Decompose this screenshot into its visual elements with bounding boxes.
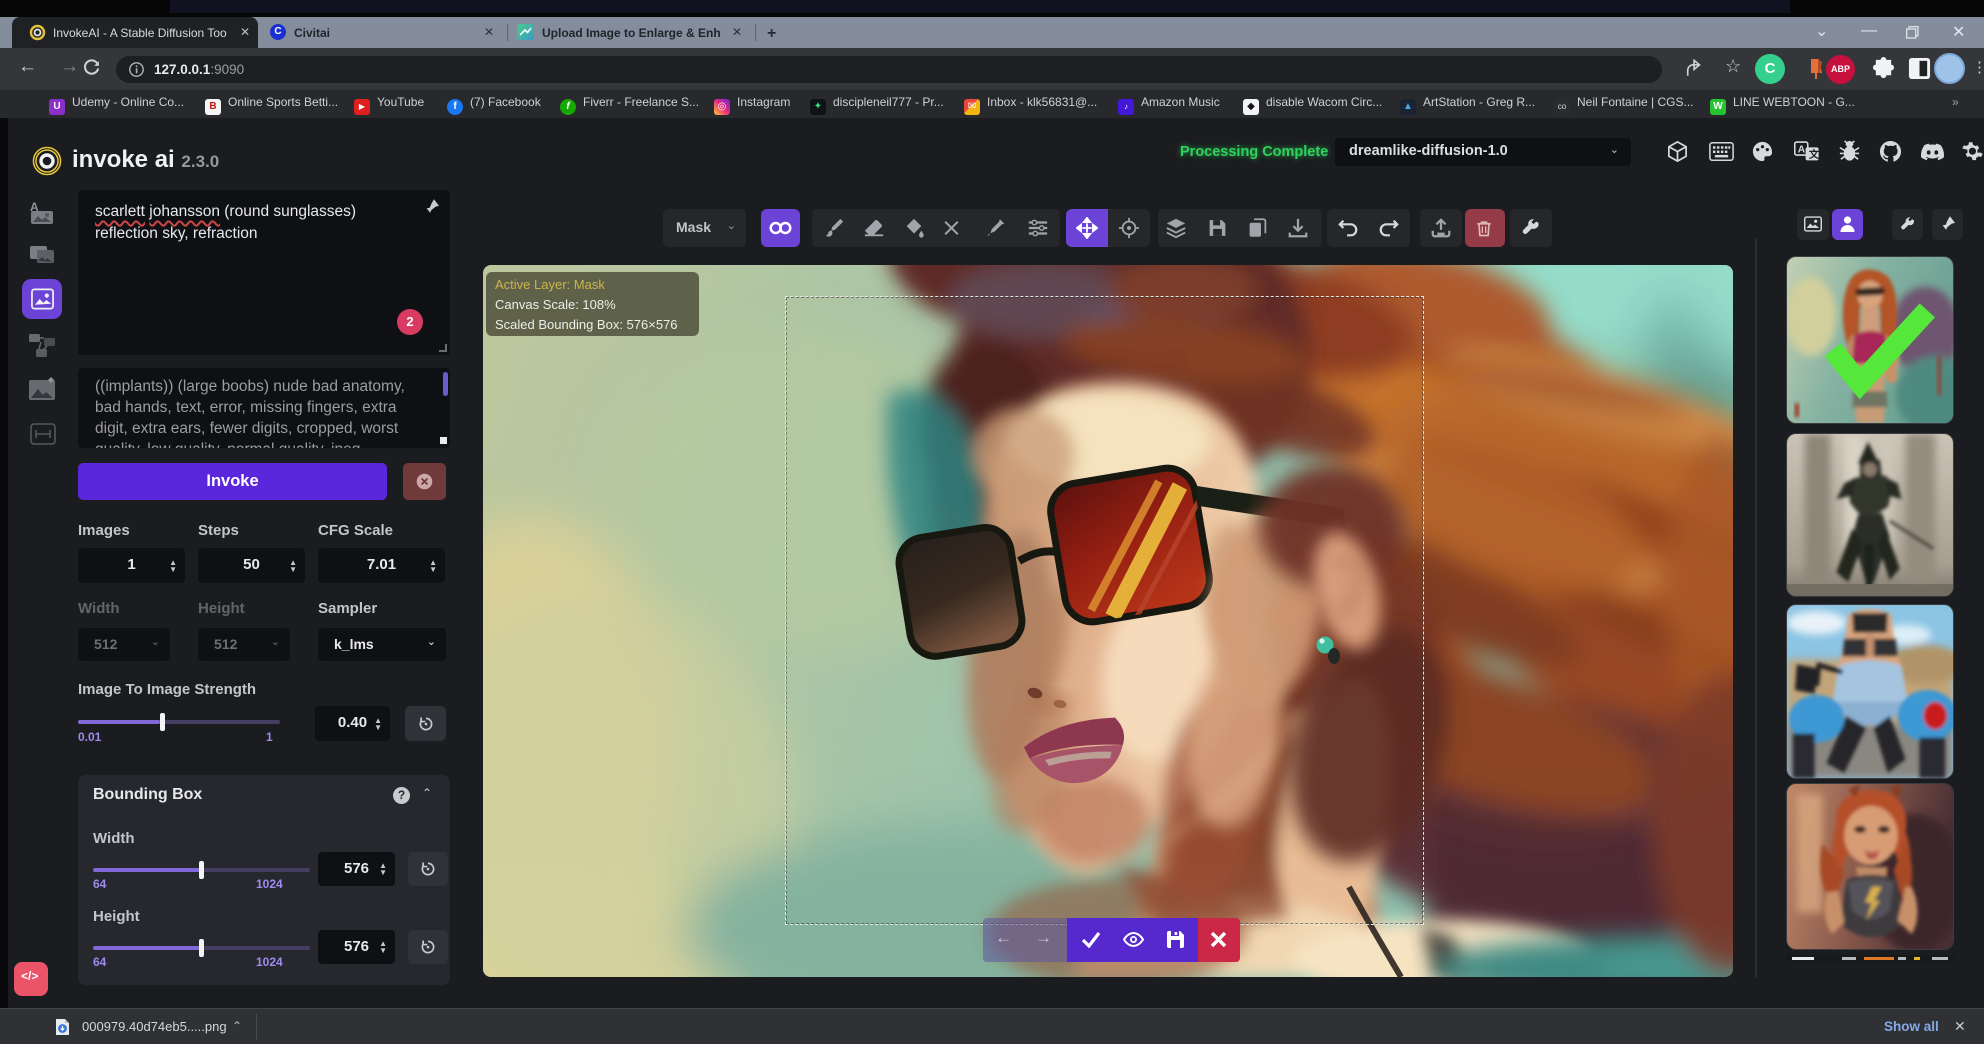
svg-text:A: A — [1798, 144, 1806, 155]
svg-text:文: 文 — [1808, 148, 1820, 161]
